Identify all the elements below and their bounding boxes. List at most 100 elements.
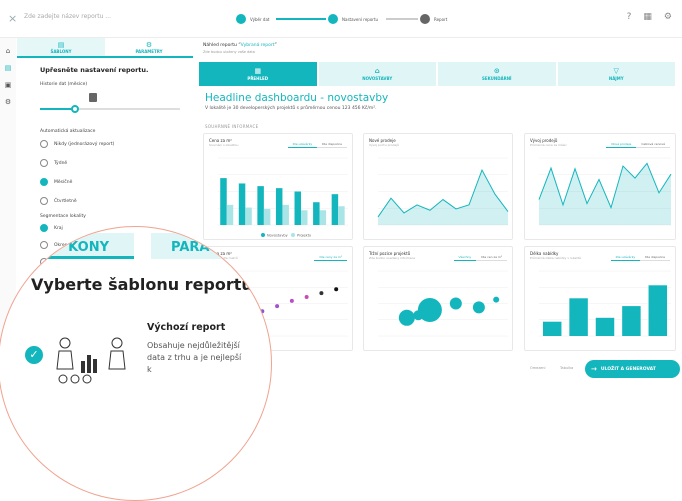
tab-secondary[interactable]: ⊙ SEKUNDÁRNÍ [438, 62, 556, 86]
slider-handle[interactable] [71, 105, 79, 113]
chart-svg [378, 270, 508, 337]
close-icon[interactable]: × [8, 12, 17, 25]
overview-icon: ▦ [254, 67, 262, 75]
radio-label: Čtvrtletně [54, 198, 77, 204]
category-tabs: ▦ PŘEHLED ⌂ NOVOSTAVBY ⊙ SEKUNDÁRNÍ ▽ NÁJMY [199, 62, 675, 86]
sidebar-title: Upřesněte nastavení reportu. [40, 66, 149, 74]
scatter-point [417, 298, 442, 322]
segmentation-label: Segmentace lokality [40, 214, 86, 219]
auto-update-label: Automatická aktualizace [40, 129, 96, 134]
footer-link[interactable]: Tabulka [560, 366, 573, 370]
report-name-input[interactable]: Zde zadejte název reportu ... [24, 13, 111, 20]
step-connector [276, 18, 326, 20]
bar [257, 186, 264, 225]
scatter-point [304, 295, 309, 299]
bar [569, 298, 588, 336]
bar [226, 204, 234, 225]
breadcrumb: Náhled reportu “Vybraná report” [203, 43, 277, 48]
template-select-title: Vyberte šablonu reportu [31, 275, 253, 294]
tab-new-builds[interactable]: ⌂ NOVOSTAVBY [318, 62, 436, 86]
template-name[interactable]: Výchozí report [147, 322, 225, 333]
help-icon[interactable]: ? [627, 12, 632, 22]
scatter-point [449, 297, 462, 310]
settings-icon[interactable]: ⚙ [664, 12, 672, 22]
arrow-right-icon: → [591, 365, 597, 373]
folder-icon[interactable]: ▣ [0, 81, 16, 89]
bar [622, 306, 641, 336]
chart-card: Cena za m² Srovnání s lokalitou Dle uzávěr… [203, 133, 353, 240]
settings-icon: ⚙ [145, 40, 153, 49]
bar [220, 178, 227, 225]
tab-templates-zoomed[interactable]: KONY [0, 233, 134, 259]
chart-card: Tržní pozice projektů Zde budou uvedeny i… [363, 246, 513, 351]
bar [263, 208, 271, 225]
chart-card: Délka nabídky Průměrná délka nabídky v lo… [524, 246, 676, 351]
template-description: Obsahuje nejdůležitější data z trhu a je… [147, 341, 242, 374]
radio-label: Týdně [54, 160, 68, 166]
radio-button[interactable] [40, 224, 48, 232]
bar [595, 317, 615, 336]
settings-icon[interactable]: ⚙ [0, 98, 16, 106]
footer-link[interactable]: Omezení [530, 366, 546, 370]
step-connector [386, 18, 418, 20]
step-dot-icon [236, 14, 246, 24]
history-label: Historie dat (měsíce) [40, 82, 88, 87]
auto-update-option[interactable]: Nikdy (jednorázový report) [40, 140, 114, 148]
tab-templates[interactable]: ▤ ŠABLONY [17, 38, 105, 58]
top-bar: × Zde zadejte název reportu ... Výběr da… [0, 0, 682, 38]
chart-svg: Novostavby Projekty [218, 157, 348, 238]
step-dot-icon [328, 14, 338, 24]
bar [338, 206, 345, 225]
radio-button[interactable] [40, 140, 48, 148]
radio-label: Kraj [54, 225, 63, 231]
radio-button[interactable] [40, 178, 48, 186]
history-slider[interactable] [40, 105, 180, 113]
scatter-point [289, 298, 294, 303]
step-3[interactable]: Report [420, 12, 447, 26]
segmentation-option[interactable]: Kraj [40, 224, 63, 232]
bar [238, 183, 246, 225]
house-icon: ⌂ [374, 67, 380, 75]
tab-parameters-zoomed[interactable]: PARA [151, 233, 271, 259]
dashboard-summary: V lokalitě je 30 developerských projektů… [205, 106, 377, 111]
tab-rentals[interactable]: ▽ NÁJMY [557, 62, 675, 86]
chart-card: Vývoj prodejů Průměrná cena za měsíc Nové … [524, 133, 676, 240]
bar [282, 204, 289, 225]
save-generate-button[interactable]: → ULOŽIT A GENEROVAT [585, 360, 680, 378]
auto-update-option[interactable]: Měsíčně [40, 178, 72, 186]
legend-marker [291, 233, 295, 237]
slider-fill [40, 108, 75, 110]
legend-label: Projekty [297, 234, 311, 238]
bar [294, 191, 302, 225]
scatter-point [275, 304, 280, 309]
auto-update-option[interactable]: Týdně [40, 159, 67, 167]
radio-label: Nikdy (jednorázový report) [54, 141, 115, 147]
radio-button[interactable] [40, 197, 48, 205]
report-illustration-icon [56, 337, 126, 384]
auto-update-option[interactable]: Čtvrtletně [40, 197, 77, 205]
chart-svg [538, 157, 672, 226]
grid-icon[interactable]: ▦ [643, 12, 652, 22]
chart-svg [539, 270, 671, 337]
template-icon: ▤ [57, 40, 65, 49]
breadcrumb-sub: Zde budou uloženy vaše data [203, 50, 255, 54]
scatter-point [493, 296, 500, 303]
bar [648, 285, 668, 336]
tab-parameters[interactable]: ⚙ PARAMETRY [105, 38, 193, 58]
report-icon[interactable]: ▤ [0, 64, 16, 72]
scatter-point [334, 287, 339, 292]
calendar-icon [89, 93, 97, 102]
step-2[interactable]: Nastavení reportu [328, 12, 378, 26]
tab-overview[interactable]: ▦ PŘEHLED [199, 62, 317, 86]
bar [331, 194, 339, 225]
check-icon[interactable]: ✓ [25, 346, 43, 364]
home-icon[interactable]: ⌂ [0, 47, 16, 55]
radio-button[interactable] [40, 159, 48, 167]
scatter-point [319, 291, 324, 296]
bar [319, 210, 327, 225]
bar [275, 188, 283, 225]
progress-stepper: Výběr dat Nastavení reportu Report [236, 12, 470, 26]
step-1[interactable]: Výběr dat [236, 12, 269, 26]
chart-svg [377, 157, 509, 226]
scatter-point [472, 301, 485, 314]
